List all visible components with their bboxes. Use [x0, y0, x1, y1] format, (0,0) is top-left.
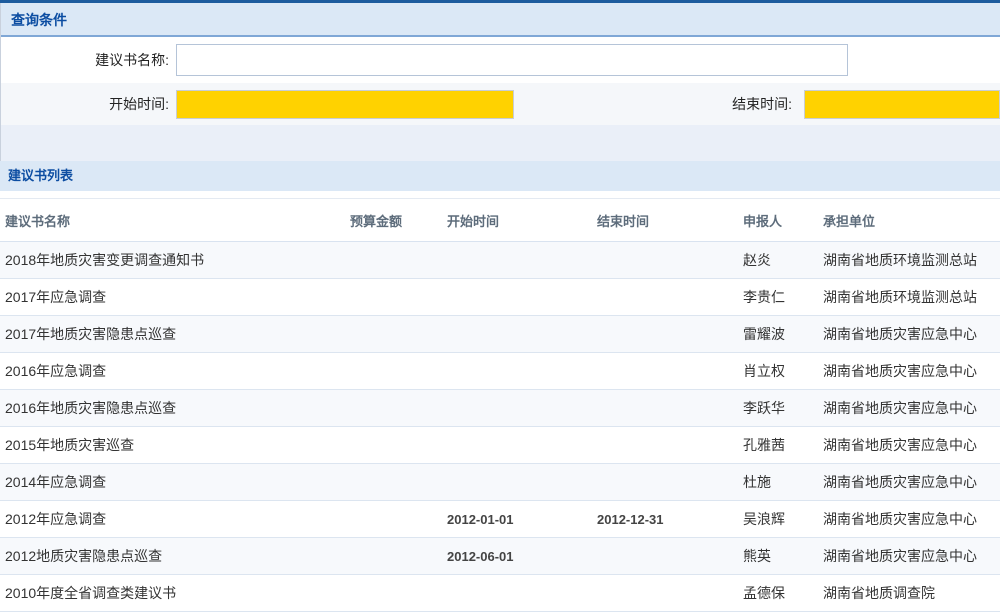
table-row[interactable]: 2015年地质灾害巡查 孔雅茜湖南省地质灾害应急中心 — [0, 427, 1000, 464]
col-header-unit: 承担单位 — [818, 211, 1000, 230]
table-row[interactable]: 2018年地质灾害变更调查通知书 赵炎湖南省地质环境监测总站 — [0, 242, 1000, 279]
cell-unit: 湖南省地质调查院 — [818, 583, 1000, 603]
cell-applicant: 赵炎 — [738, 250, 818, 270]
cell-applicant: 孟德保 — [738, 583, 818, 603]
proposal-table-body: 2018年地质灾害变更调查通知书 赵炎湖南省地质环境监测总站 2017年应急调查 李贵… — [0, 242, 1000, 612]
table-row[interactable]: 2017年应急调查 李贵仁湖南省地质环境监测总站 — [0, 279, 1000, 316]
table-row[interactable]: 2014年应急调查 杜施湖南省地质灾害应急中心 — [0, 464, 1000, 501]
col-header-applicant: 申报人 — [738, 211, 818, 230]
cell-start: 2012-01-01 — [442, 512, 592, 527]
cell-end: 2012-12-31 — [592, 512, 738, 527]
cell-applicant: 李贵仁 — [738, 287, 818, 307]
cell-unit: 湖南省地质灾害应急中心 — [818, 398, 1000, 418]
cell-unit: 湖南省地质环境监测总站 — [818, 250, 1000, 270]
start-time-input[interactable] — [176, 90, 514, 119]
cell-name: 2015年地质灾害巡查 — [0, 435, 345, 455]
cell-applicant: 肖立权 — [738, 361, 818, 381]
proposal-name-row: 建议书名称: — [1, 37, 1000, 83]
table-top-gap — [0, 191, 1000, 198]
cell-name: 2014年应急调查 — [0, 472, 345, 492]
cell-unit: 湖南省地质灾害应急中心 — [818, 546, 1000, 566]
cell-applicant: 李跃华 — [738, 398, 818, 418]
cell-unit: 湖南省地质灾害应急中心 — [818, 324, 1000, 344]
time-range-row: 开始时间: 结束时间: — [1, 83, 1000, 125]
query-panel: 查询条件 建议书名称: 开始时间: 结束时间: — [0, 3, 1000, 125]
col-header-name: 建议书名称 — [0, 211, 345, 230]
cell-unit: 湖南省地质环境监测总站 — [818, 287, 1000, 307]
cell-unit: 湖南省地质灾害应急中心 — [818, 509, 1000, 529]
cell-applicant: 杜施 — [738, 472, 818, 492]
cell-name: 2012地质灾害隐患点巡查 — [0, 546, 345, 566]
panel-spacer — [0, 125, 1000, 161]
proposal-name-label: 建议书名称: — [1, 50, 169, 70]
end-time-label: 结束时间: — [514, 94, 792, 114]
proposal-name-input[interactable] — [176, 44, 848, 76]
query-section-title: 查询条件 — [1, 3, 1000, 37]
cell-name: 2016年应急调查 — [0, 361, 345, 381]
cell-name: 2012年应急调查 — [0, 509, 345, 529]
start-time-label: 开始时间: — [1, 94, 169, 114]
cell-applicant: 雷耀波 — [738, 324, 818, 344]
col-header-end: 结束时间 — [592, 211, 738, 230]
list-panel: 建议书列表 建议书名称 预算金额 开始时间 结束时间 申报人 承担单位 2018… — [0, 161, 1000, 612]
table-row[interactable]: 2016年地质灾害隐患点巡查 李跃华湖南省地质灾害应急中心 — [0, 390, 1000, 427]
end-time-input[interactable] — [804, 90, 1000, 119]
cell-unit: 湖南省地质灾害应急中心 — [818, 361, 1000, 381]
cell-name: 2010年度全省调查类建议书 — [0, 583, 345, 603]
cell-applicant: 吴浪辉 — [738, 509, 818, 529]
cell-applicant: 孔雅茜 — [738, 435, 818, 455]
cell-name: 2017年地质灾害隐患点巡查 — [0, 324, 345, 344]
col-header-start: 开始时间 — [442, 211, 592, 230]
cell-name: 2018年地质灾害变更调查通知书 — [0, 250, 345, 270]
table-header-row: 建议书名称 预算金额 开始时间 结束时间 申报人 承担单位 — [0, 198, 1000, 242]
cell-name: 2017年应急调查 — [0, 287, 345, 307]
cell-unit: 湖南省地质灾害应急中心 — [818, 435, 1000, 455]
cell-applicant: 熊英 — [738, 546, 818, 566]
cell-start: 2012-06-01 — [442, 549, 592, 564]
table-row[interactable]: 2017年地质灾害隐患点巡查 雷耀波湖南省地质灾害应急中心 — [0, 316, 1000, 353]
cell-unit: 湖南省地质灾害应急中心 — [818, 472, 1000, 492]
col-header-budget: 预算金额 — [345, 211, 442, 230]
table-row[interactable]: 2012年应急调查 2012-01-012012-12-31吴浪辉湖南省地质灾害应… — [0, 501, 1000, 538]
table-row[interactable]: 2016年应急调查 肖立权湖南省地质灾害应急中心 — [0, 353, 1000, 390]
cell-name: 2016年地质灾害隐患点巡查 — [0, 398, 345, 418]
table-row[interactable]: 2012地质灾害隐患点巡查 2012-06-01 熊英湖南省地质灾害应急中心 — [0, 538, 1000, 575]
list-section-title: 建议书列表 — [0, 161, 1000, 191]
table-row[interactable]: 2010年度全省调查类建议书 孟德保湖南省地质调查院 — [0, 575, 1000, 612]
